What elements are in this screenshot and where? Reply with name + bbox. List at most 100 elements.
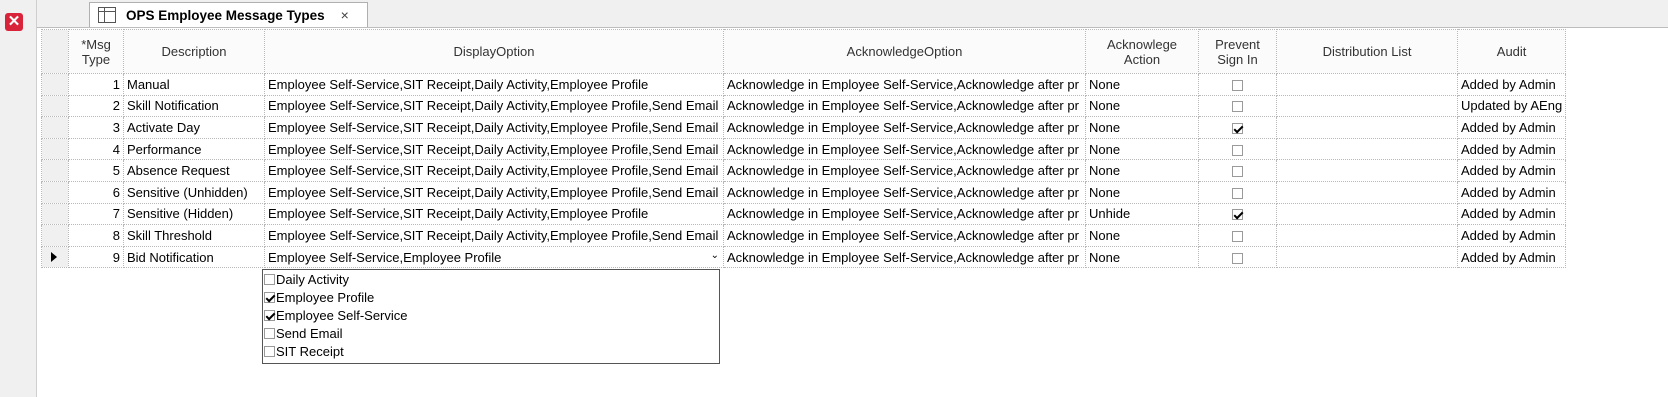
cell-prevent-sign-in[interactable] — [1198, 202, 1277, 226]
dropdown-option[interactable]: Employee Profile — [263, 288, 719, 306]
table-row[interactable]: 9 Bid Notification Employee Self-Service,E… — [41, 245, 1567, 269]
cell-display-option[interactable]: Employee Self-Service,SIT Receipt,Daily … — [264, 180, 724, 204]
cell-description[interactable]: Skill Threshold — [123, 224, 265, 247]
cell-description[interactable]: Skill Notification — [123, 94, 265, 118]
row-selector[interactable] — [41, 202, 69, 226]
col-description[interactable]: Description — [123, 29, 265, 74]
chevron-down-icon[interactable]: ⌄ — [711, 250, 719, 261]
cell-distribution-list[interactable] — [1276, 137, 1458, 161]
prevent-sign-in-checkbox[interactable] — [1232, 101, 1243, 113]
cell-msg-type[interactable]: 1 — [68, 73, 124, 96]
prevent-sign-in-checkbox[interactable] — [1232, 252, 1243, 264]
cell-acknowledge-action[interactable]: None — [1085, 224, 1199, 247]
cell-description[interactable]: Activate Day — [123, 116, 265, 139]
option-checkbox[interactable] — [264, 327, 275, 339]
cell-msg-type[interactable]: 7 — [68, 202, 124, 226]
cell-acknowledge-option[interactable]: Acknowledge in Employee Self-Service,Ack… — [723, 73, 1086, 96]
cell-acknowledge-option[interactable]: Acknowledge in Employee Self-Service,Ack… — [723, 137, 1086, 161]
cell-description[interactable]: Performance — [123, 137, 265, 161]
col-acknowledge-action[interactable]: Acknowlege Action — [1085, 29, 1199, 74]
cell-acknowledge-option[interactable]: Acknowledge in Employee Self-Service,Ack… — [723, 202, 1086, 226]
cell-prevent-sign-in[interactable] — [1198, 73, 1277, 96]
cell-acknowledge-action[interactable]: None — [1085, 137, 1199, 161]
cell-prevent-sign-in[interactable] — [1198, 159, 1277, 182]
cell-prevent-sign-in[interactable] — [1198, 137, 1277, 161]
table-row[interactable]: 3 Activate Day Employee Self-Service,SIT R… — [41, 116, 1567, 139]
cell-msg-type[interactable]: 8 — [68, 224, 124, 247]
prevent-sign-in-checkbox[interactable] — [1232, 144, 1243, 156]
option-checkbox[interactable] — [264, 309, 275, 321]
prevent-sign-in-checkbox[interactable] — [1232, 166, 1243, 178]
close-icon[interactable]: ✕ — [5, 13, 23, 31]
cell-audit[interactable]: Added by Admin — [1456, 245, 1567, 269]
dropdown-option[interactable]: Send Email — [263, 324, 719, 342]
cell-acknowledge-option[interactable]: Acknowledge in Employee Self-Service,Ack… — [723, 159, 1086, 182]
cell-display-option[interactable]: Employee Self-Service,SIT Receipt,Daily … — [264, 224, 724, 247]
option-checkbox[interactable] — [264, 273, 275, 285]
row-selector[interactable] — [41, 245, 69, 269]
cell-acknowledge-option[interactable]: Acknowledge in Employee Self-Service,Ack… — [723, 224, 1086, 247]
cell-acknowledge-action[interactable]: None — [1085, 73, 1199, 96]
cell-msg-type[interactable]: 5 — [68, 159, 124, 182]
col-msg-type[interactable]: *Msg Type — [68, 29, 124, 74]
table-row[interactable]: 2 Skill Notification Employee Self-Service… — [41, 94, 1567, 118]
cell-msg-type[interactable]: 3 — [68, 116, 124, 139]
cell-description[interactable]: Bid Notification — [123, 245, 265, 269]
cell-prevent-sign-in[interactable] — [1198, 180, 1277, 204]
prevent-sign-in-checkbox[interactable] — [1232, 79, 1243, 91]
prevent-sign-in-checkbox[interactable] — [1232, 209, 1243, 221]
option-checkbox[interactable] — [264, 345, 275, 357]
cell-audit[interactable]: Added by Admin — [1456, 116, 1567, 139]
cell-display-option[interactable]: Employee Self-Service,SIT Receipt,Daily … — [264, 116, 724, 139]
cell-audit[interactable]: Added by Admin — [1456, 73, 1567, 96]
row-selector[interactable] — [41, 224, 69, 247]
table-row[interactable]: 7 Sensitive (Hidden) Employee Self-Service… — [41, 202, 1567, 226]
tab-ops-employee-message-types[interactable]: OPS Employee Message Types × — [89, 2, 368, 27]
prevent-sign-in-checkbox[interactable] — [1232, 123, 1243, 135]
cell-description[interactable]: Absence Request — [123, 159, 265, 182]
prevent-sign-in-checkbox[interactable] — [1232, 187, 1243, 199]
table-row[interactable]: 4 Performance Employee Self-Service,SIT Re… — [41, 137, 1567, 161]
cell-acknowledge-action[interactable]: None — [1085, 116, 1199, 139]
cell-audit[interactable]: Added by Admin — [1456, 180, 1567, 204]
col-audit[interactable]: Audit — [1456, 29, 1567, 74]
cell-acknowledge-action[interactable]: Unhide — [1085, 202, 1199, 226]
row-selector[interactable] — [41, 137, 69, 161]
table-row[interactable]: 5 Absence Request Employee Self-Service,SI… — [41, 159, 1567, 182]
cell-distribution-list[interactable] — [1276, 73, 1458, 96]
cell-distribution-list[interactable] — [1276, 94, 1458, 118]
cell-description[interactable]: Sensitive (Hidden) — [123, 202, 265, 226]
cell-acknowledge-action[interactable]: None — [1085, 245, 1199, 269]
col-display-option[interactable]: DisplayOption — [264, 29, 724, 74]
cell-audit[interactable]: Added by Admin — [1456, 224, 1567, 247]
cell-audit[interactable]: Added by Admin — [1456, 159, 1567, 182]
col-prevent-sign-in[interactable]: Prevent Sign In — [1198, 29, 1277, 74]
table-row[interactable]: 1 Manual Employee Self-Service,SIT Receipt… — [41, 73, 1567, 96]
table-row[interactable]: 6 Sensitive (Unhidden) Employee Self-Servi… — [41, 180, 1567, 204]
row-selector[interactable] — [41, 116, 69, 139]
row-selector[interactable] — [41, 94, 69, 118]
tab-close-icon[interactable]: × — [341, 7, 349, 23]
cell-acknowledge-option[interactable]: Acknowledge in Employee Self-Service,Ack… — [723, 94, 1086, 118]
row-selector[interactable] — [41, 159, 69, 182]
cell-msg-type[interactable]: 4 — [68, 137, 124, 161]
cell-distribution-list[interactable] — [1276, 180, 1458, 204]
cell-acknowledge-action[interactable]: None — [1085, 94, 1199, 118]
cell-distribution-list[interactable] — [1276, 202, 1458, 226]
cell-display-option[interactable]: Employee Self-Service,SIT Receipt,Daily … — [264, 73, 724, 96]
row-selector[interactable] — [41, 180, 69, 204]
cell-display-option[interactable]: Employee Self-Service,SIT Receipt,Daily … — [264, 159, 724, 182]
cell-acknowledge-action[interactable]: None — [1085, 180, 1199, 204]
cell-distribution-list[interactable] — [1276, 116, 1458, 139]
cell-audit[interactable]: Added by Admin — [1456, 137, 1567, 161]
cell-acknowledge-option[interactable]: Acknowledge in Employee Self-Service,Ack… — [723, 116, 1086, 139]
dropdown-option[interactable]: Employee Self-Service — [263, 306, 719, 324]
dropdown-option[interactable]: SIT Receipt — [263, 342, 719, 360]
col-acknowledge-option[interactable]: AcknowledgeOption — [723, 29, 1086, 74]
cell-display-option[interactable]: Employee Self-Service,SIT Receipt,Daily … — [264, 94, 724, 118]
cell-display-option[interactable]: Employee Self-Service,Employee Profile ⌄ — [264, 245, 724, 269]
cell-prevent-sign-in[interactable] — [1198, 245, 1277, 269]
cell-prevent-sign-in[interactable] — [1198, 116, 1277, 139]
cell-display-option[interactable]: Employee Self-Service,SIT Receipt,Daily … — [264, 137, 724, 161]
cell-description[interactable]: Sensitive (Unhidden) — [123, 180, 265, 204]
